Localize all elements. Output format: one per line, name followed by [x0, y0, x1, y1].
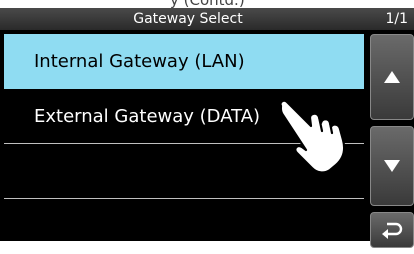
page-header-strip: y (Contd.) — [0, 0, 414, 9]
up-arrow-icon — [384, 71, 400, 83]
return-icon — [382, 222, 403, 239]
scroll-up-button[interactable] — [370, 34, 414, 120]
page-indicator: 1/1 — [385, 11, 408, 27]
option-internal-gateway[interactable]: Internal Gateway (LAN) — [4, 34, 364, 89]
option-label: External Gateway (DATA) — [34, 106, 261, 127]
option-empty-row[interactable] — [4, 199, 364, 254]
dialog-title: Gateway Select — [133, 11, 243, 27]
scroll-down-button[interactable] — [370, 126, 414, 206]
title-bar: Gateway Select 1/1 — [0, 8, 414, 30]
back-button[interactable] — [370, 212, 414, 248]
down-arrow-icon — [384, 160, 400, 172]
option-label: Internal Gateway (LAN) — [34, 51, 245, 72]
pointing-hand-icon — [279, 99, 346, 174]
